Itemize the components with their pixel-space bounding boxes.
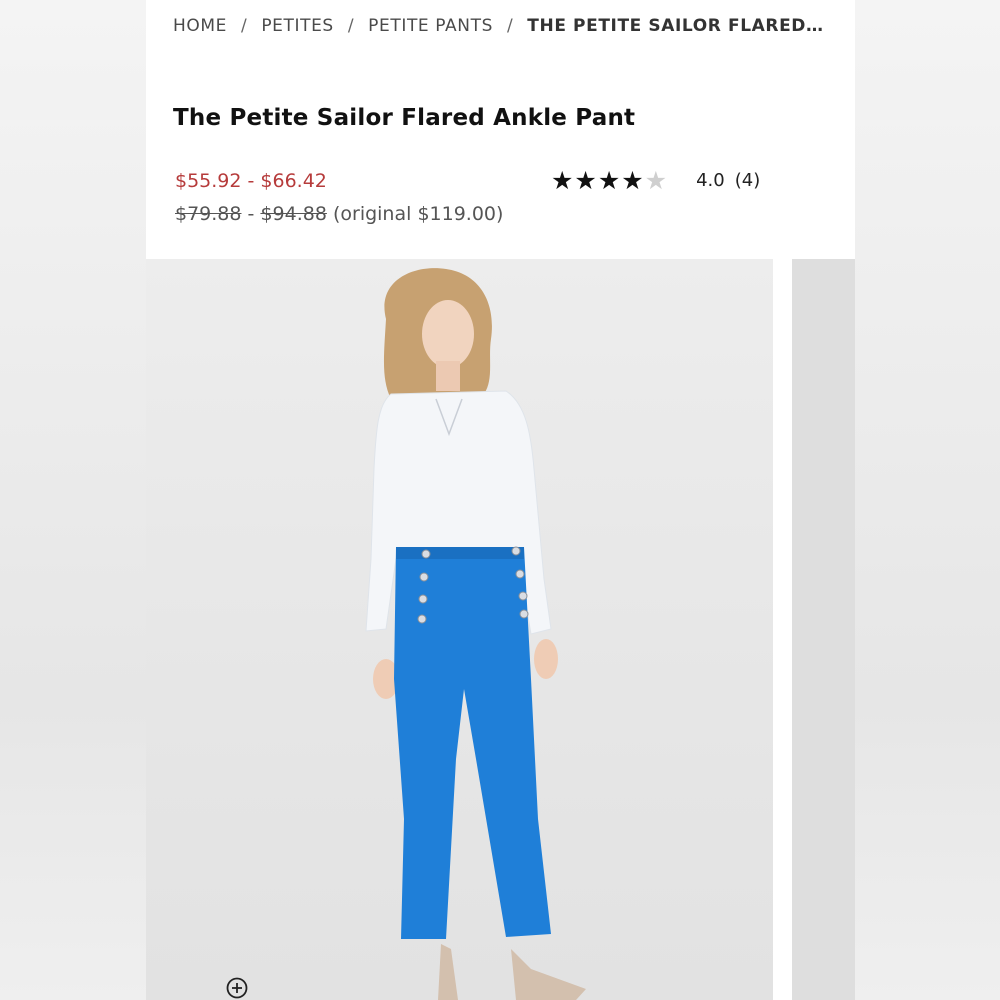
- breadcrumb-separator: /: [506, 16, 514, 36]
- breadcrumb: HOME / PETITES / PETITE PANTS / THE PETI…: [173, 16, 833, 36]
- product-title: The Petite Sailor Flared Ankle Pant: [173, 105, 636, 131]
- model-photo: [365, 268, 586, 1000]
- was-price-low: $79.88: [175, 203, 242, 225]
- previous-price: $79.88 - $94.88 (original $119.00): [175, 203, 503, 225]
- star-filled-icons: ★★★★: [551, 166, 645, 195]
- breadcrumb-separator: /: [240, 16, 248, 36]
- was-price-dash: -: [247, 203, 255, 225]
- next-image-preview[interactable]: [792, 259, 855, 1000]
- zoom-in-icon[interactable]: [226, 977, 248, 999]
- product-image[interactable]: [146, 259, 773, 1000]
- review-count[interactable]: (4): [735, 170, 761, 191]
- breadcrumb-separator: /: [347, 16, 355, 36]
- breadcrumb-petites[interactable]: PETITES: [261, 16, 334, 36]
- star-empty-icon: ★: [644, 166, 669, 195]
- backdrop-right: [855, 0, 1000, 1000]
- product-rating[interactable]: ★★★★★ 4.0 (4): [551, 166, 760, 195]
- breadcrumb-petite-pants[interactable]: PETITE PANTS: [368, 16, 493, 36]
- was-price-high: $94.88: [260, 203, 327, 225]
- product-page: HOME / PETITES / PETITE PANTS / THE PETI…: [146, 0, 855, 1000]
- original-price: (original $119.00): [332, 203, 504, 225]
- breadcrumb-current: THE PETITE SAILOR FLARED AN...: [527, 16, 827, 36]
- breadcrumb-home[interactable]: HOME: [173, 16, 227, 36]
- rating-stars: ★★★★★: [551, 166, 668, 195]
- backdrop-left: [0, 0, 146, 1000]
- rating-value: 4.0: [696, 170, 725, 191]
- sale-price: $55.92 - $66.42: [175, 170, 327, 192]
